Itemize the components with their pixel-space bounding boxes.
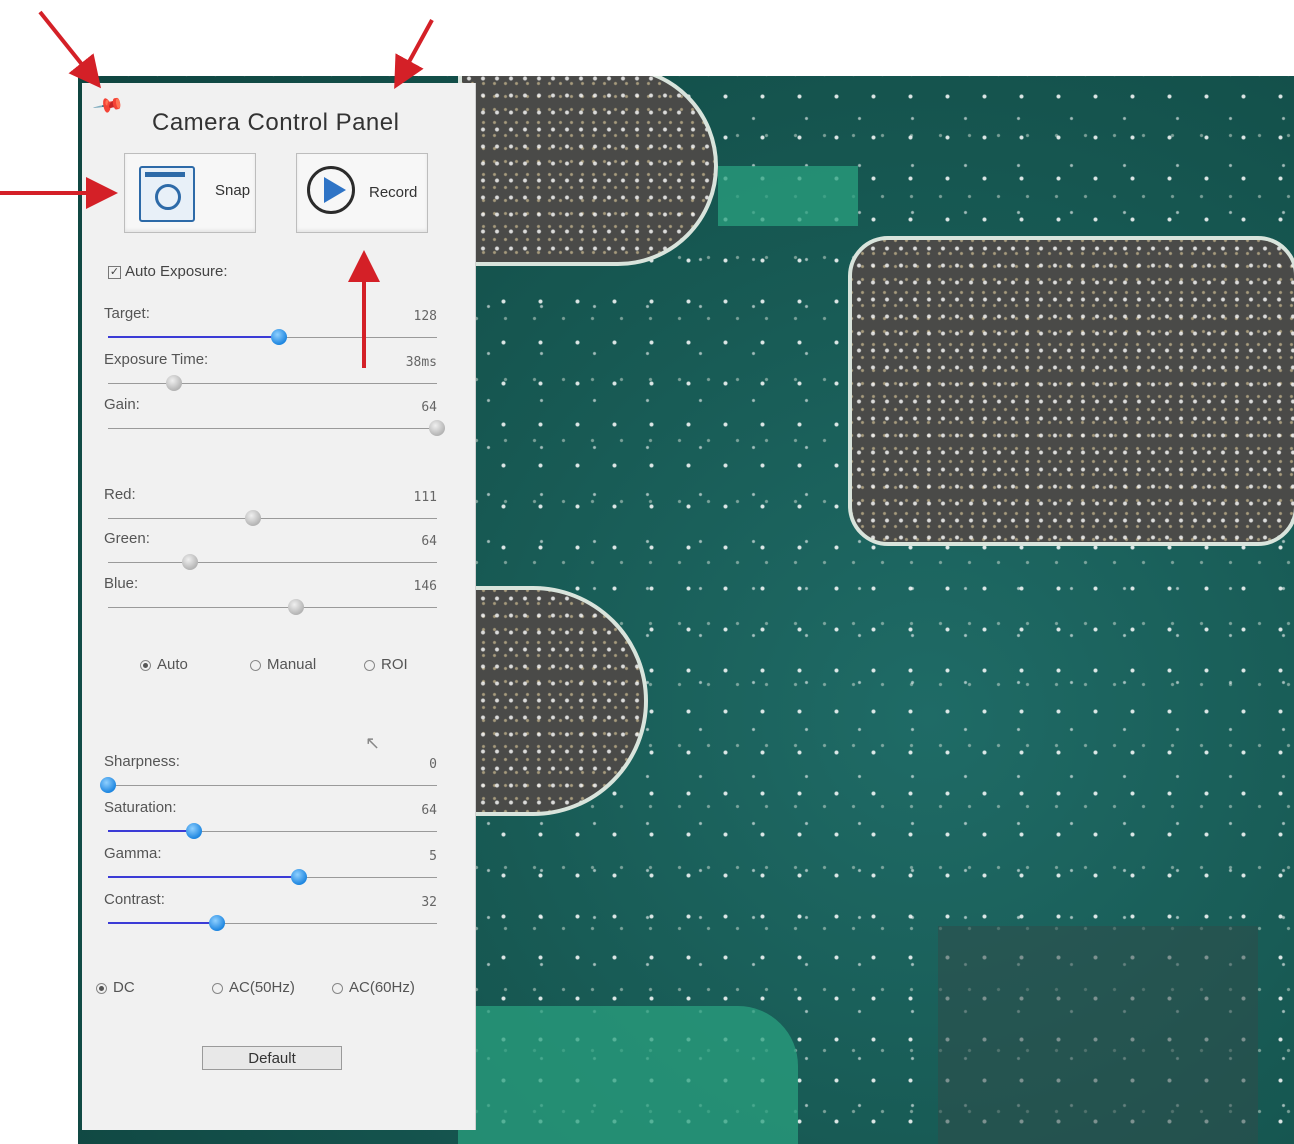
slider-label: Contrast: bbox=[104, 891, 165, 908]
checkmark-icon: ✓ bbox=[108, 265, 121, 279]
slider-value: 64 bbox=[421, 534, 437, 549]
slider-value: 0 bbox=[429, 757, 437, 772]
arrow-to-pin bbox=[38, 10, 101, 89]
saturation-slider[interactable]: Saturation: 64 bbox=[102, 799, 437, 845]
gain-slider[interactable]: Gain: 64 bbox=[102, 396, 445, 442]
radio-dot bbox=[96, 982, 107, 994]
radio-dot bbox=[140, 659, 151, 671]
solder-pad bbox=[458, 76, 718, 266]
slider-track[interactable] bbox=[108, 383, 437, 384]
sharpness-slider[interactable]: Sharpness: 0 bbox=[100, 753, 437, 799]
slider-track[interactable] bbox=[108, 428, 437, 429]
camera-control-panel: 📌 Camera Control Panel Snap Record ✓ Auto… bbox=[82, 83, 476, 1130]
slider-fill bbox=[108, 922, 217, 924]
exposure-time-slider[interactable]: Exposure Time: 38ms bbox=[102, 351, 437, 397]
solder-pad bbox=[848, 236, 1294, 546]
radio-dot bbox=[332, 982, 343, 994]
slider-value: 146 bbox=[413, 579, 437, 594]
slider-value: 5 bbox=[429, 849, 437, 864]
radio-label: AC(50Hz) bbox=[229, 979, 295, 996]
slider-label: Target: bbox=[104, 305, 150, 322]
radio-dc[interactable]: DC bbox=[96, 979, 135, 996]
panel-title: Camera Control Panel bbox=[152, 109, 400, 136]
radio-dot bbox=[250, 659, 261, 671]
default-button[interactable]: Default bbox=[202, 1046, 342, 1070]
slider-track[interactable] bbox=[108, 518, 437, 519]
slider-label: Green: bbox=[104, 530, 150, 547]
gamma-slider[interactable]: Gamma: 5 bbox=[102, 845, 437, 891]
slider-label: Saturation: bbox=[104, 799, 177, 816]
slider-value: 32 bbox=[421, 895, 437, 910]
pushpin-icon[interactable]: 📌 bbox=[91, 88, 126, 123]
radio-manual[interactable]: Manual bbox=[250, 656, 316, 673]
slider-thumb[interactable] bbox=[182, 554, 199, 570]
slider-fill bbox=[108, 830, 194, 832]
slider-thumb[interactable] bbox=[429, 420, 445, 436]
slider-thumb[interactable] bbox=[271, 329, 288, 345]
solder-pad bbox=[458, 586, 648, 816]
radio-label: Manual bbox=[267, 656, 317, 673]
slider-thumb[interactable] bbox=[185, 823, 202, 839]
radio-label: DC bbox=[113, 979, 135, 996]
green-slider[interactable]: Green: 64 bbox=[102, 530, 437, 576]
radio-auto[interactable]: Auto bbox=[140, 656, 188, 673]
slider-value: 64 bbox=[421, 803, 437, 818]
radio-dot bbox=[364, 659, 375, 671]
slider-value: 111 bbox=[413, 490, 437, 505]
slider-fill bbox=[108, 336, 280, 338]
arrow-to-title bbox=[394, 19, 434, 90]
pcb-trace bbox=[718, 166, 858, 226]
pcb-trace bbox=[458, 1006, 798, 1144]
blue-slider[interactable]: Blue: 146 bbox=[102, 575, 437, 621]
record-button[interactable]: Record bbox=[296, 153, 428, 233]
slider-value: 64 bbox=[421, 400, 437, 415]
camera-icon bbox=[139, 166, 195, 222]
slider-thumb[interactable] bbox=[208, 915, 225, 931]
slider-label: Sharpness: bbox=[104, 753, 180, 770]
slider-track[interactable] bbox=[108, 785, 437, 786]
target-slider[interactable]: Target: 128 bbox=[102, 305, 437, 351]
slider-value: 38ms bbox=[405, 355, 437, 370]
slider-track[interactable] bbox=[108, 607, 437, 608]
slider-fill bbox=[108, 876, 299, 878]
play-circle-icon bbox=[307, 166, 355, 214]
mouse-cursor-icon: ↖ bbox=[365, 733, 381, 753]
pcb-component bbox=[938, 926, 1258, 1144]
slider-thumb[interactable] bbox=[165, 375, 182, 391]
snap-button[interactable]: Snap bbox=[124, 153, 256, 233]
slider-thumb[interactable] bbox=[287, 599, 304, 615]
radio-ac-60hz[interactable]: AC(60Hz) bbox=[332, 979, 415, 996]
slider-thumb[interactable] bbox=[290, 869, 307, 885]
radio-ac-50hz[interactable]: AC(50Hz) bbox=[212, 979, 295, 996]
slider-thumb[interactable] bbox=[100, 777, 116, 793]
slider-label: Gain: bbox=[104, 396, 140, 413]
slider-track[interactable] bbox=[108, 562, 437, 563]
red-slider[interactable]: Red: 111 bbox=[102, 486, 437, 532]
radio-label: Auto bbox=[157, 656, 188, 673]
contrast-slider[interactable]: Contrast: 32 bbox=[102, 891, 437, 937]
slider-label: Exposure Time: bbox=[104, 351, 209, 368]
auto-exposure-label: Auto Exposure: bbox=[125, 263, 228, 280]
auto-exposure-checkbox[interactable]: ✓ Auto Exposure: bbox=[108, 263, 228, 280]
radio-roi[interactable]: ROI bbox=[364, 656, 408, 673]
slider-value: 128 bbox=[413, 309, 437, 324]
record-label: Record bbox=[369, 184, 418, 201]
radio-label: AC(60Hz) bbox=[349, 979, 415, 996]
slider-label: Blue: bbox=[104, 575, 139, 592]
slider-label: Red: bbox=[104, 486, 136, 503]
radio-dot bbox=[212, 982, 223, 994]
radio-label: ROI bbox=[381, 656, 408, 673]
slider-label: Gamma: bbox=[104, 845, 162, 862]
snap-label: Snap bbox=[215, 182, 251, 199]
slider-thumb[interactable] bbox=[244, 510, 261, 526]
